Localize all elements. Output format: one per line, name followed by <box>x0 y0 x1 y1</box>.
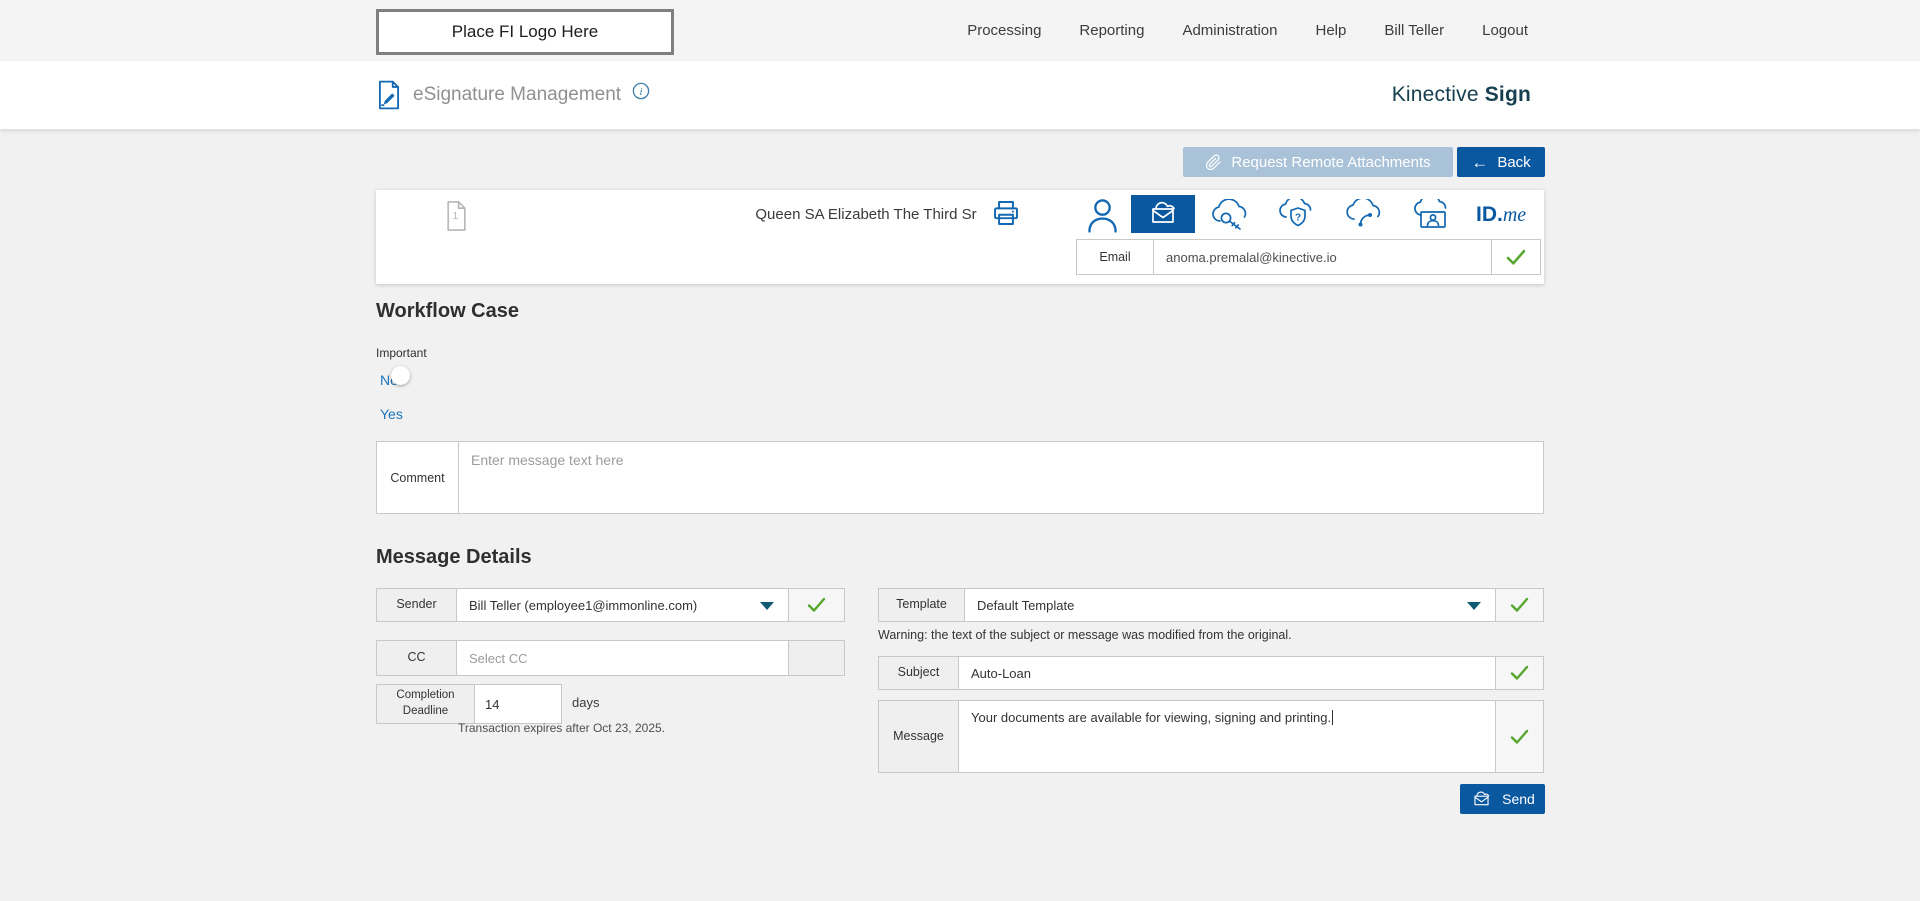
chevron-down-icon[interactable] <box>760 602 774 610</box>
nav-item-logout[interactable]: Logout <box>1482 22 1528 39</box>
template-modified-warning: Warning: the text of the subject or mess… <box>878 628 1292 642</box>
back-arrow-icon: ← <box>1471 154 1488 171</box>
printer-icon[interactable] <box>991 198 1021 228</box>
expiry-note: Transaction expires after Oct 23, 2025. <box>458 721 665 735</box>
comment-row: Comment <box>376 441 1544 514</box>
completion-deadline-label: Completion Deadline <box>377 685 475 723</box>
completion-deadline-row: Completion Deadline <box>376 684 562 724</box>
security-question-shield-icon[interactable]: ? <box>1276 199 1320 233</box>
important-toggle-knob[interactable] <box>391 366 410 385</box>
nav-item-administration[interactable]: Administration <box>1182 22 1277 39</box>
deadline-days-input[interactable] <box>475 685 561 723</box>
cc-row: CC <box>376 640 845 676</box>
cc-input[interactable] <box>469 651 776 666</box>
cc-tail-cell <box>788 641 844 675</box>
nav-item-reporting[interactable]: Reporting <box>1079 22 1144 39</box>
sender-row: Sender Bill Teller (employee1@immonline.… <box>376 588 845 622</box>
phone-verification-icon[interactable] <box>1343 199 1387 233</box>
message-details-heading: Message Details <box>376 546 532 569</box>
email-label: Email <box>1077 240 1153 274</box>
svg-text:i: i <box>640 86 643 98</box>
cc-label: CC <box>377 641 457 675</box>
esignature-document-icon <box>376 80 402 110</box>
comment-textarea[interactable] <box>459 442 1543 513</box>
subject-input[interactable] <box>971 666 1483 681</box>
page-header: eSignature Management i KinectiveSign <box>0 61 1920 129</box>
fi-logo-placeholder: Place FI Logo Here <box>376 9 674 55</box>
paperclip-icon <box>1205 154 1222 171</box>
request-remote-attachments-button[interactable]: Request Remote Attachments <box>1183 147 1453 177</box>
main-nav: Processing Reporting Administration Help… <box>967 0 1528 61</box>
nav-item-help[interactable]: Help <box>1316 22 1347 39</box>
send-button[interactable]: Send <box>1460 784 1545 814</box>
email-valid-check-icon <box>1491 240 1540 274</box>
chevron-down-icon[interactable] <box>1467 602 1481 610</box>
subject-valid-check-icon <box>1495 657 1543 689</box>
deadline-unit-label: days <box>572 695 599 710</box>
important-option-yes[interactable]: Yes <box>380 406 403 422</box>
workflow-case-heading: Workflow Case <box>376 300 519 323</box>
email-delivery-icon-selected[interactable] <box>1131 195 1195 233</box>
back-button[interactable]: ← Back <box>1457 147 1545 177</box>
important-label: Important <box>376 346 427 360</box>
svg-text:1: 1 <box>453 211 459 222</box>
recipient-name: Queen SA Elizabeth The Third Sr <box>606 206 1126 223</box>
template-valid-check-icon <box>1495 589 1543 621</box>
subject-label: Subject <box>879 657 959 689</box>
recipient-card: 1 Queen SA Elizabeth The Third Sr <box>376 190 1544 284</box>
message-valid-check-icon <box>1495 701 1543 772</box>
top-navigation-bar: Place FI Logo Here Processing Reporting … <box>0 0 1920 61</box>
page-title: eSignature Management <box>413 84 621 106</box>
sender-valid-check-icon <box>788 589 844 621</box>
sender-dropdown[interactable]: Bill Teller (employee1@immonline.com) <box>457 589 788 621</box>
sender-label: Sender <box>377 589 457 621</box>
comment-label: Comment <box>377 442 459 513</box>
email-input[interactable] <box>1153 240 1491 274</box>
nav-item-user[interactable]: Bill Teller <box>1384 22 1444 39</box>
kinective-sign-brand: KinectiveSign <box>1392 61 1531 129</box>
recipient-person-icon[interactable] <box>1086 197 1119 233</box>
info-icon[interactable]: i <box>632 82 650 100</box>
recipient-email-row: Email <box>1076 239 1541 275</box>
access-code-key-icon[interactable] <box>1208 199 1252 233</box>
text-cursor <box>1332 710 1333 725</box>
nav-item-processing[interactable]: Processing <box>967 22 1041 39</box>
template-label: Template <box>879 589 965 621</box>
svg-text:?: ? <box>1295 213 1301 224</box>
photo-id-verification-icon[interactable] <box>1409 199 1457 233</box>
document-count-icon: 1 <box>444 200 469 232</box>
template-dropdown[interactable]: Default Template <box>965 589 1495 621</box>
esignature-management-page: Place FI Logo Here Processing Reporting … <box>0 0 1920 901</box>
message-textarea[interactable]: Your documents are available for viewing… <box>959 701 1495 772</box>
message-label: Message <box>879 701 959 772</box>
template-row: Template Default Template <box>878 588 1544 622</box>
idme-icon[interactable]: ID.me <box>1476 203 1526 227</box>
message-row: Message Your documents are available for… <box>878 700 1544 773</box>
subject-row: Subject <box>878 656 1544 690</box>
send-envelope-icon <box>1470 791 1493 808</box>
